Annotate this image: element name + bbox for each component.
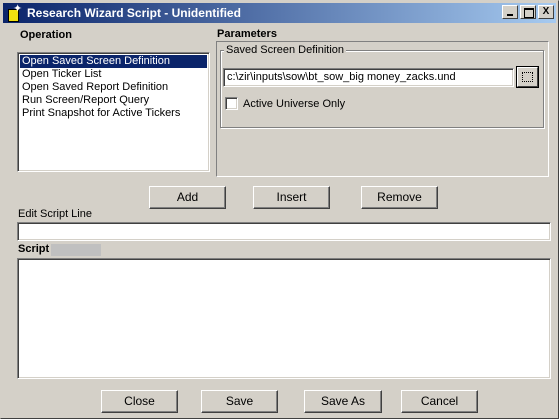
insert-button[interactable]: Insert: [253, 186, 330, 209]
operation-list-item[interactable]: Print Snapshot for Active Tickers: [20, 107, 207, 120]
script-text-area[interactable]: [17, 258, 551, 379]
remove-button[interactable]: Remove: [361, 186, 438, 209]
edit-script-line-input[interactable]: [17, 222, 551, 241]
edit-script-line-label: Edit Script Line: [18, 208, 92, 220]
maximize-icon: [524, 8, 534, 18]
save-button[interactable]: Save: [201, 390, 278, 413]
saved-screen-group-label: Saved Screen Definition: [224, 44, 347, 56]
minimize-button[interactable]: [502, 5, 518, 19]
maximize-button[interactable]: [520, 5, 536, 19]
operation-heading: Operation: [20, 29, 72, 41]
browse-icon: [522, 72, 533, 82]
close-window-button[interactable]: X: [538, 5, 554, 19]
screen-definition-path-field[interactable]: c:\zir\inputs\sow\bt_sow_big money_zacks…: [223, 68, 514, 87]
close-icon: X: [542, 6, 550, 17]
close-button[interactable]: Close: [101, 390, 178, 413]
saved-screen-groupbox: [220, 50, 544, 128]
operation-list-item[interactable]: Open Saved Screen Definition: [20, 55, 207, 68]
browse-button[interactable]: [517, 67, 538, 87]
script-header-bar: [51, 244, 101, 256]
active-universe-label: Active Universe Only: [243, 98, 346, 110]
operation-list-item[interactable]: Open Saved Report Definition: [20, 81, 207, 94]
script-heading: Script: [18, 243, 50, 255]
research-wizard-window: ✦ Research Wizard Script - Unidentified …: [0, 0, 559, 419]
minimize-icon: [507, 14, 513, 16]
operation-list[interactable]: Open Saved Screen Definition Open Ticker …: [17, 52, 210, 172]
save-as-button[interactable]: Save As: [304, 390, 382, 413]
wizard-wand-icon[interactable]: ✦: [6, 3, 22, 22]
parameters-heading: Parameters: [217, 28, 277, 40]
operation-list-item[interactable]: Open Ticker List: [20, 68, 207, 81]
cancel-button[interactable]: Cancel: [401, 390, 478, 413]
title-bar[interactable]: ✦ Research Wizard Script - Unidentified …: [3, 3, 556, 23]
window-title: Research Wizard Script - Unidentified: [27, 6, 241, 20]
operation-list-item[interactable]: Run Screen/Report Query: [20, 94, 207, 107]
active-universe-checkbox[interactable]: [225, 97, 238, 110]
add-button[interactable]: Add: [149, 186, 226, 209]
